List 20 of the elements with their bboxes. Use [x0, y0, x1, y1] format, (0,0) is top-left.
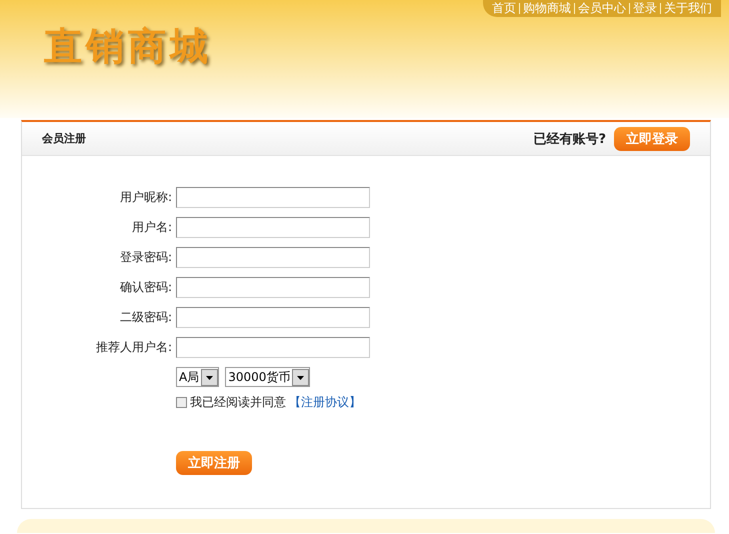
- dropdown[interactable]: 30000货币: [225, 367, 310, 387]
- nav-link[interactable]: 会员中心: [575, 0, 629, 17]
- nav-link[interactable]: 关于我们: [661, 0, 715, 17]
- nav-link[interactable]: 首页: [489, 0, 519, 17]
- login-prompt: 已经有账号?: [533, 130, 606, 148]
- agreement-link[interactable]: 【注册协议】: [289, 394, 361, 410]
- field-label: 确认密码:: [118, 278, 172, 296]
- field-label: 登录密码:: [118, 248, 172, 266]
- logo: 直销商城: [44, 22, 213, 70]
- register-button[interactable]: 立即注册: [176, 451, 252, 475]
- field-label: 推荐人用户名:: [94, 338, 172, 356]
- login-button[interactable]: 立即登录: [614, 126, 690, 150]
- field-label: 用户昵称:: [118, 188, 172, 206]
- panel-title: 会员注册: [42, 131, 87, 146]
- nav-link[interactable]: 购物商城: [520, 0, 574, 17]
- agree-text: 我已经阅读并同意: [190, 394, 286, 410]
- field-label: 用户名:: [130, 218, 172, 236]
- dropdown[interactable]: A局: [176, 367, 220, 387]
- nav-link[interactable]: 登录: [630, 0, 660, 17]
- field-label: 二级密码:: [118, 308, 172, 326]
